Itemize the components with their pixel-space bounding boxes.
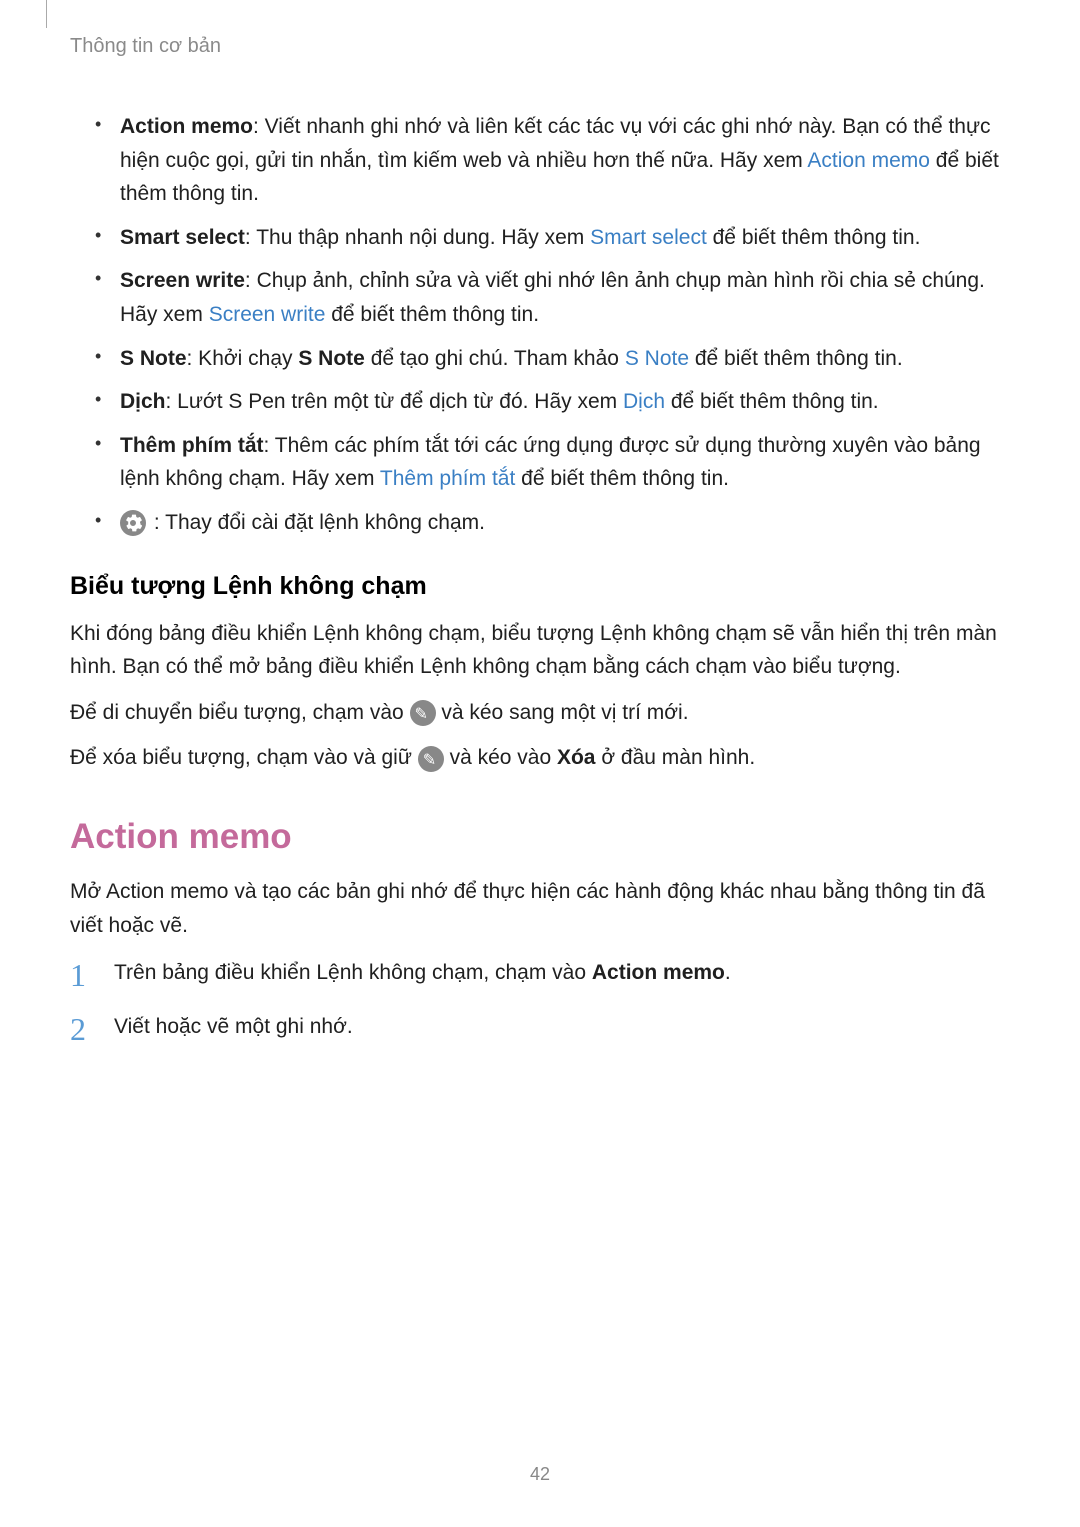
feature-label: Dịch [120, 390, 166, 413]
subheading-air-command-icon: Biểu tượng Lệnh không chạm [70, 572, 1010, 601]
section-title-action-memo: Action memo [70, 817, 1010, 857]
para-bold: Xóa [557, 746, 596, 769]
steps-list: Trên bảng điều khiển Lệnh không chạm, ch… [70, 956, 1010, 1043]
para-text: ở đầu màn hình. [595, 746, 755, 769]
feature-desc-tail: để biết thêm thông tin. [707, 226, 921, 249]
link-s-note[interactable]: S Note [625, 347, 689, 370]
feature-inline-bold: S Note [298, 347, 365, 370]
pen-icon [418, 746, 444, 772]
feature-desc-tail: để biết thêm thông tin. [325, 303, 539, 326]
page-number: 42 [0, 1464, 1080, 1485]
link-them-phim-tat[interactable]: Thêm phím tắt [380, 467, 515, 490]
feature-desc: : Thay đổi cài đặt lệnh không chạm. [148, 511, 485, 534]
para-text: Để xóa biểu tượng, chạm vào và giữ [70, 746, 418, 769]
link-screen-write[interactable]: Screen write [209, 303, 326, 326]
para-text: Để di chuyển biểu tượng, chạm vào [70, 701, 410, 724]
feature-label: Screen write [120, 269, 245, 292]
feature-label: S Note [120, 347, 187, 370]
feature-desc-tail: để biết thêm thông tin. [665, 390, 879, 413]
gear-icon [120, 510, 146, 536]
step-text: . [725, 961, 731, 984]
para-text: và kéo vào [444, 746, 557, 769]
feature-desc-tail: để biết thêm thông tin. [689, 347, 903, 370]
feature-label: Action memo [120, 115, 253, 138]
paragraph-delete-icon: Để xóa biểu tượng, chạm vào và giữ và ké… [70, 741, 1010, 775]
step-text: Viết hoặc vẽ một ghi nhớ. [114, 1015, 353, 1038]
feature-settings: : Thay đổi cài đặt lệnh không chạm. [100, 506, 1010, 540]
feature-screen-write: Screen write: Chụp ảnh, chỉnh sửa và viế… [100, 264, 1010, 331]
feature-action-memo: Action memo: Viết nhanh ghi nhớ và liên … [100, 110, 1010, 211]
step-bold: Action memo [592, 961, 725, 984]
step-1: Trên bảng điều khiển Lệnh không chạm, ch… [70, 956, 1010, 990]
link-smart-select[interactable]: Smart select [590, 226, 707, 249]
feature-them-phim-tat: Thêm phím tắt: Thêm các phím tắt tới các… [100, 429, 1010, 496]
feature-s-note: S Note: Khởi chạy S Note để tạo ghi chú.… [100, 342, 1010, 376]
feature-desc: : Thu thập nhanh nội dung. Hãy xem [245, 226, 590, 249]
para-text: và kéo sang một vị trí mới. [436, 701, 689, 724]
paragraph: Khi đóng bảng điều khiển Lệnh không chạm… [70, 617, 1010, 684]
feature-desc-mid: để tạo ghi chú. Tham khảo [365, 347, 625, 370]
feature-desc: : Khởi chạy [187, 347, 299, 370]
step-text: Trên bảng điều khiển Lệnh không chạm, ch… [114, 961, 592, 984]
feature-dich: Dịch: Lướt S Pen trên một từ để dịch từ … [100, 385, 1010, 419]
page-header: Thông tin cơ bản [70, 35, 221, 58]
feature-desc-tail: để biết thêm thông tin. [515, 467, 729, 490]
step-2: Viết hoặc vẽ một ghi nhớ. [70, 1010, 1010, 1044]
link-action-memo[interactable]: Action memo [807, 149, 930, 172]
feature-list: Action memo: Viết nhanh ghi nhớ và liên … [70, 110, 1010, 540]
pen-icon [410, 700, 436, 726]
section-intro: Mở Action memo và tạo các bản ghi nhớ để… [70, 875, 1010, 942]
feature-smart-select: Smart select: Thu thập nhanh nội dung. H… [100, 221, 1010, 255]
link-dich[interactable]: Dịch [623, 390, 665, 413]
feature-label: Smart select [120, 226, 245, 249]
paragraph-move-icon: Để di chuyển biểu tượng, chạm vào và kéo… [70, 696, 1010, 730]
feature-desc: : Lướt S Pen trên một từ để dịch từ đó. … [166, 390, 623, 413]
feature-label: Thêm phím tắt [120, 434, 264, 457]
main-content: Action memo: Viết nhanh ghi nhớ và liên … [70, 110, 1010, 1063]
